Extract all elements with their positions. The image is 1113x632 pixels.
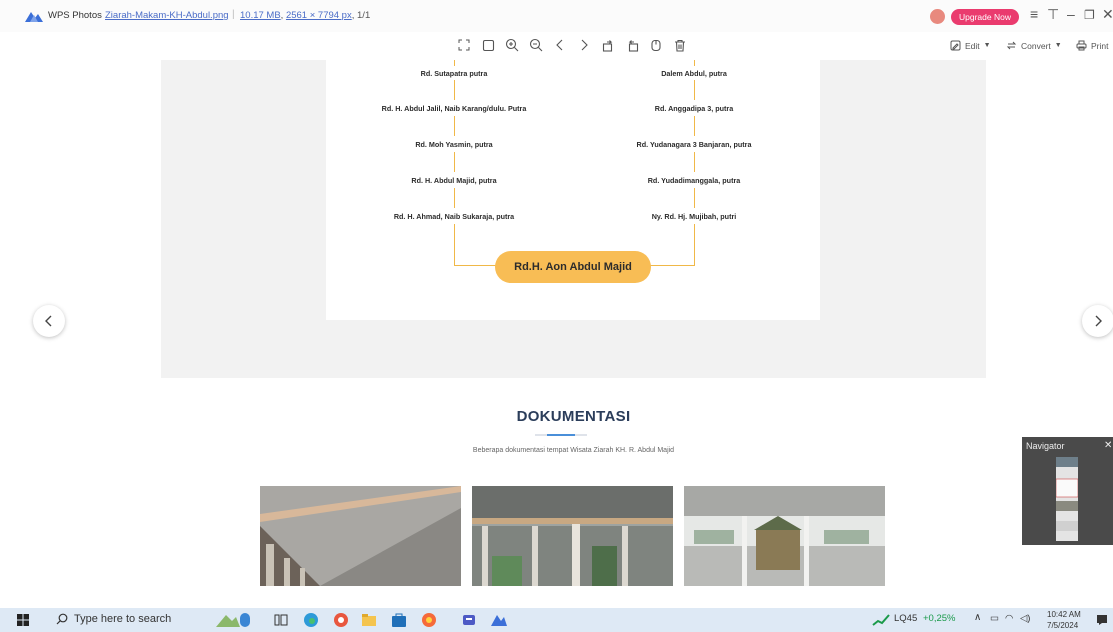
documentation-photo-1 — [260, 486, 461, 586]
actual-size-icon[interactable] — [476, 36, 500, 54]
fit-screen-icon[interactable] — [452, 36, 476, 54]
wifi-icon[interactable]: ◠ — [1005, 613, 1013, 624]
tree-connector — [694, 224, 696, 266]
tree-connector — [454, 224, 456, 266]
wps-photos-logo-icon — [25, 12, 43, 22]
navigator-panel[interactable]: Navigator ✕ — [1022, 437, 1113, 545]
windows-taskbar: Type here to search LQ45 +0,25% ∧ ▭ ◠ ◁)… — [0, 608, 1113, 632]
tree-connector — [694, 80, 696, 100]
file-dimensions[interactable]: 2561 × 7794 px — [286, 10, 352, 21]
tree-connector — [694, 116, 696, 136]
tree-connector — [650, 265, 695, 267]
convert-label: Convert — [1021, 40, 1051, 51]
tree-node-left: Rd. H. Abdul Majid, putra — [411, 176, 497, 185]
stock-chart-icon — [872, 614, 890, 626]
navigator-close-icon[interactable]: ✕ — [1104, 440, 1112, 451]
search-placeholder: Type here to search — [74, 613, 172, 625]
divider: | — [232, 9, 235, 20]
documentation-photo-3 — [684, 486, 885, 586]
documentation-subtitle: Beberapa dokumentasi tempat Wisata Ziara… — [472, 447, 675, 454]
file-info: 10.17 MB, 2561 × 7794 px, 1/1 — [240, 10, 371, 21]
edge-browser-icon[interactable] — [302, 611, 320, 629]
maximize-icon[interactable]: ❐ — [1084, 8, 1095, 22]
tree-connector — [454, 152, 456, 172]
tree-root-node: Rd.H. Aon Abdul Majid — [495, 251, 651, 283]
edit-button[interactable]: Edit ▼ — [950, 40, 991, 51]
volume-icon[interactable]: ◁) — [1020, 613, 1030, 624]
previous-button[interactable] — [33, 305, 65, 337]
tree-node-right: Rd. Yudanagara 3 Banjaran, putra — [636, 140, 752, 149]
wps-photos-taskbar-icon[interactable] — [490, 611, 508, 629]
widget-icon[interactable] — [214, 611, 254, 629]
tree-connector — [454, 188, 456, 208]
tree-node-right: Rd. Anggadipa 3, putra — [654, 104, 734, 113]
chevron-down-icon: ▼ — [983, 42, 991, 49]
pin-icon[interactable]: ⊤ — [1047, 6, 1059, 23]
stock-name[interactable]: LQ45 — [894, 613, 917, 624]
page-index: 1/1 — [357, 10, 371, 21]
app-name: WPS Photos — [48, 10, 102, 21]
file-size[interactable]: 10.17 MB — [240, 10, 281, 21]
avatar[interactable] — [930, 9, 945, 24]
tree-connector — [454, 80, 456, 100]
tree-node-left: Rd. Sutapatra putra — [420, 69, 488, 78]
file-name-link[interactable]: Ziarah-Makam-KH-Abdul.png — [105, 10, 229, 21]
chevron-down-icon: ▼ — [1054, 42, 1062, 49]
search-icon — [56, 613, 68, 625]
tree-connector — [454, 116, 456, 136]
tree-connector — [454, 265, 496, 267]
rotate-right-icon[interactable] — [596, 36, 620, 54]
title-bar: WPS Photos Ziarah-Makam-KH-Abdul.png | 1… — [0, 0, 1113, 32]
windows-start-icon[interactable] — [17, 614, 29, 626]
delete-icon[interactable] — [668, 36, 692, 54]
rotate-left-icon[interactable] — [620, 36, 644, 54]
tree-node-left: Rd. H. Abdul Jalil, Naib Karang/dulu. Pu… — [381, 104, 527, 113]
tree-node-right: Rd. Yudadimanggala, putra — [647, 176, 741, 185]
battery-icon[interactable]: ▭ — [990, 613, 999, 624]
stock-change[interactable]: +0,25% — [923, 613, 956, 624]
clock-time[interactable]: 10:42 AM — [1047, 610, 1081, 619]
tree-connector — [694, 188, 696, 208]
tree-connector — [454, 60, 456, 66]
teams-icon[interactable] — [460, 611, 478, 629]
convert-button[interactable]: Convert ▼ — [1006, 40, 1062, 51]
next-button[interactable] — [1082, 305, 1113, 337]
zoom-in-icon[interactable] — [500, 36, 524, 54]
chevron-left-icon — [45, 315, 52, 327]
mirror-icon[interactable] — [644, 36, 668, 54]
upgrade-now-button[interactable]: Upgrade Now — [951, 9, 1019, 25]
navigator-title: Navigator — [1026, 441, 1065, 451]
tree-node-right: Dalem Abdul, putra — [661, 69, 727, 78]
tree-connector — [694, 60, 696, 66]
task-view-icon[interactable] — [272, 611, 290, 629]
documentation-photo-2 — [472, 486, 673, 586]
taskbar-search-box[interactable]: Type here to search — [56, 613, 171, 625]
title-underline — [535, 434, 587, 436]
menu-icon[interactable]: ≡ — [1030, 6, 1038, 22]
close-icon[interactable]: ✕ — [1102, 6, 1113, 23]
app-icon[interactable] — [420, 611, 438, 629]
tree-node-left: Rd. Moh Yasmin, putra — [415, 140, 493, 149]
navigator-thumbnail[interactable] — [1055, 457, 1079, 541]
chevron-right-icon — [1095, 315, 1102, 327]
documentation-title: DOKUMENTASI — [516, 408, 631, 425]
edit-label: Edit — [965, 40, 980, 51]
zoom-out-icon[interactable] — [524, 36, 548, 54]
tree-connector — [694, 152, 696, 172]
print-button[interactable]: Print — [1076, 40, 1108, 51]
image-toolbar — [452, 36, 692, 54]
next-image-icon[interactable] — [572, 36, 596, 54]
previous-image-icon[interactable] — [548, 36, 572, 54]
minimize-icon[interactable]: – — [1067, 6, 1075, 22]
store-icon[interactable] — [390, 611, 408, 629]
clock-date[interactable]: 7/5/2024 — [1047, 621, 1078, 630]
chevron-up-icon[interactable]: ∧ — [974, 612, 981, 623]
file-explorer-icon[interactable] — [360, 611, 378, 629]
tree-node-right: Ny. Rd. Hj. Mujibah, putri — [651, 212, 737, 221]
notification-icon[interactable] — [1096, 614, 1108, 626]
tree-node-left: Rd. H. Ahmad, Naib Sukaraja, putra — [393, 212, 515, 221]
print-label: Print — [1091, 40, 1109, 51]
browser-icon[interactable] — [332, 611, 350, 629]
